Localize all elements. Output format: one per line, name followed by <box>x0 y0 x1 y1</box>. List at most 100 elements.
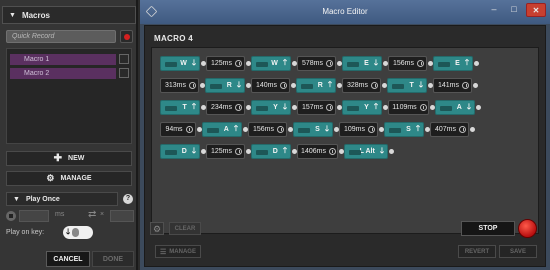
stop-button[interactable]: STOP <box>461 221 515 236</box>
delay-event[interactable]: 407ms <box>430 122 469 137</box>
macro-sidebar: ▼ Macros Quick Record Macro 1 Macro 2 ✚ … <box>0 0 138 270</box>
delay-ms-input[interactable] <box>19 210 49 222</box>
delay-event[interactable]: 109ms <box>339 122 378 137</box>
delay-event[interactable]: 140ms <box>251 78 290 93</box>
delay-event[interactable]: 94ms <box>160 122 196 137</box>
save-button[interactable]: SAVE <box>499 245 537 258</box>
key-event[interactable]: R 🡑 <box>296 78 336 93</box>
key-event[interactable]: Y 🡑 <box>342 100 382 115</box>
done-button[interactable]: DONE <box>92 251 134 267</box>
clock-icon <box>328 148 336 155</box>
clock-icon <box>459 126 466 133</box>
delay-event[interactable]: 157ms <box>297 100 336 115</box>
connector-dot <box>336 61 342 66</box>
key-event[interactable]: S 🡓 <box>293 122 333 137</box>
clock-icon <box>235 60 242 67</box>
delay-event-label: 141ms <box>437 82 459 89</box>
mouse-icon <box>72 228 80 237</box>
delay-event[interactable]: 578ms <box>297 56 336 71</box>
macro-checkbox[interactable] <box>119 68 129 78</box>
delay-event[interactable]: 125ms <box>206 144 245 159</box>
key-event[interactable]: D 🡓 <box>160 144 200 159</box>
clock-icon <box>185 126 193 133</box>
delay-event[interactable]: 1406ms <box>297 144 338 159</box>
macros-header[interactable]: ▼ Macros <box>2 6 136 24</box>
delay-event-label: 94ms <box>165 126 183 133</box>
arrow-down-icon: 🡓 <box>373 57 378 67</box>
key-event[interactable]: L Alt 🡓 <box>344 144 388 159</box>
delay-event[interactable]: 156ms <box>248 122 287 137</box>
manage-macros-button[interactable]: ⚙ MANAGE <box>6 171 132 186</box>
key-event[interactable]: E 🡑 <box>433 56 473 71</box>
record-icon[interactable] <box>120 30 133 43</box>
connector-dot <box>427 61 433 66</box>
minimize-button[interactable]: – <box>484 3 504 17</box>
ms-label: ms <box>55 211 65 218</box>
connector-dot <box>382 61 388 66</box>
delay-event[interactable]: 313ms <box>160 78 199 93</box>
key-event[interactable]: D 🡑 <box>251 144 291 159</box>
arrow-down-icon: 🡓 <box>66 226 71 236</box>
macro-list: Macro 1 Macro 2 <box>6 48 132 144</box>
key-event[interactable]: T 🡑 <box>160 100 200 115</box>
key-event-label: L Alt <box>359 148 375 155</box>
record-icon[interactable] <box>518 219 537 238</box>
key-event-label: E <box>455 60 460 67</box>
key-event-label: Y <box>364 104 369 111</box>
connector-dot <box>200 105 206 110</box>
revert-button[interactable]: REVERT <box>458 245 496 258</box>
delay-event[interactable]: 125ms <box>206 56 245 71</box>
key-event[interactable]: R 🡓 <box>205 78 245 93</box>
maximize-button[interactable]: □ <box>504 3 524 17</box>
macro-checkbox[interactable] <box>119 54 129 64</box>
gear-icon[interactable]: ⚙ <box>150 222 164 235</box>
clock-icon <box>368 126 375 133</box>
key-event[interactable]: W 🡓 <box>160 56 200 71</box>
delay-event[interactable]: 141ms <box>433 78 472 93</box>
key-event[interactable]: T 🡓 <box>387 78 427 93</box>
arrow-down-icon: 🡓 <box>379 145 384 155</box>
arrow-up-icon: 🡑 <box>464 57 469 67</box>
key-event[interactable]: A 🡑 <box>202 122 242 137</box>
connector-dot <box>196 127 202 132</box>
close-button[interactable]: ✕ <box>526 3 546 17</box>
times-label: × <box>100 211 105 218</box>
key-event-label: S <box>406 126 411 133</box>
arrow-up-icon: 🡑 <box>282 57 287 67</box>
delay-event[interactable]: 156ms <box>388 56 427 71</box>
key-event[interactable]: W 🡑 <box>251 56 291 71</box>
title-bar[interactable]: Macro Editor – □ ✕ <box>140 0 550 24</box>
play-on-key-toggle[interactable]: 🡓 <box>63 226 93 239</box>
delay-event-label: 140ms <box>255 82 277 89</box>
key-event-label: A <box>223 126 229 133</box>
clock-icon <box>371 82 378 89</box>
delay-event-label: 313ms <box>164 82 186 89</box>
key-event[interactable]: S 🡑 <box>384 122 424 137</box>
delay-event[interactable]: 328ms <box>342 78 381 93</box>
delay-event[interactable]: 1109ms <box>388 100 429 115</box>
loop-icon[interactable]: ⇄ <box>88 209 96 220</box>
cancel-button[interactable]: CANCEL <box>46 251 90 267</box>
key-event[interactable]: A 🡓 <box>435 100 475 115</box>
new-macro-button[interactable]: ✚ NEW <box>6 151 132 166</box>
connector-dot <box>200 61 206 66</box>
delay-event-label: 1109ms <box>392 104 417 111</box>
connector-dot <box>291 61 297 66</box>
delay-event[interactable]: 234ms <box>206 100 245 115</box>
connector-dot <box>381 83 387 88</box>
arrow-down-icon: 🡓 <box>236 79 241 89</box>
quick-record-input[interactable]: Quick Record <box>6 30 116 43</box>
macro-list-item[interactable]: Macro 2 <box>10 68 116 79</box>
clear-button[interactable]: CLEAR <box>169 222 201 235</box>
key-event[interactable]: Y 🡓 <box>251 100 291 115</box>
key-event-label: Y <box>273 104 278 111</box>
macro-list-item[interactable]: Macro 1 <box>10 54 116 65</box>
play-mode-dropdown[interactable]: ▼ Play Once <box>6 192 118 206</box>
pause-icon[interactable] <box>6 211 16 221</box>
clock-icon <box>235 104 242 111</box>
key-event[interactable]: E 🡓 <box>342 56 382 71</box>
manage-button[interactable]: ☰ MANAGE <box>155 245 201 258</box>
connector-dot <box>291 105 297 110</box>
help-icon[interactable]: ? <box>123 194 133 204</box>
repeat-count-input[interactable] <box>110 210 134 222</box>
